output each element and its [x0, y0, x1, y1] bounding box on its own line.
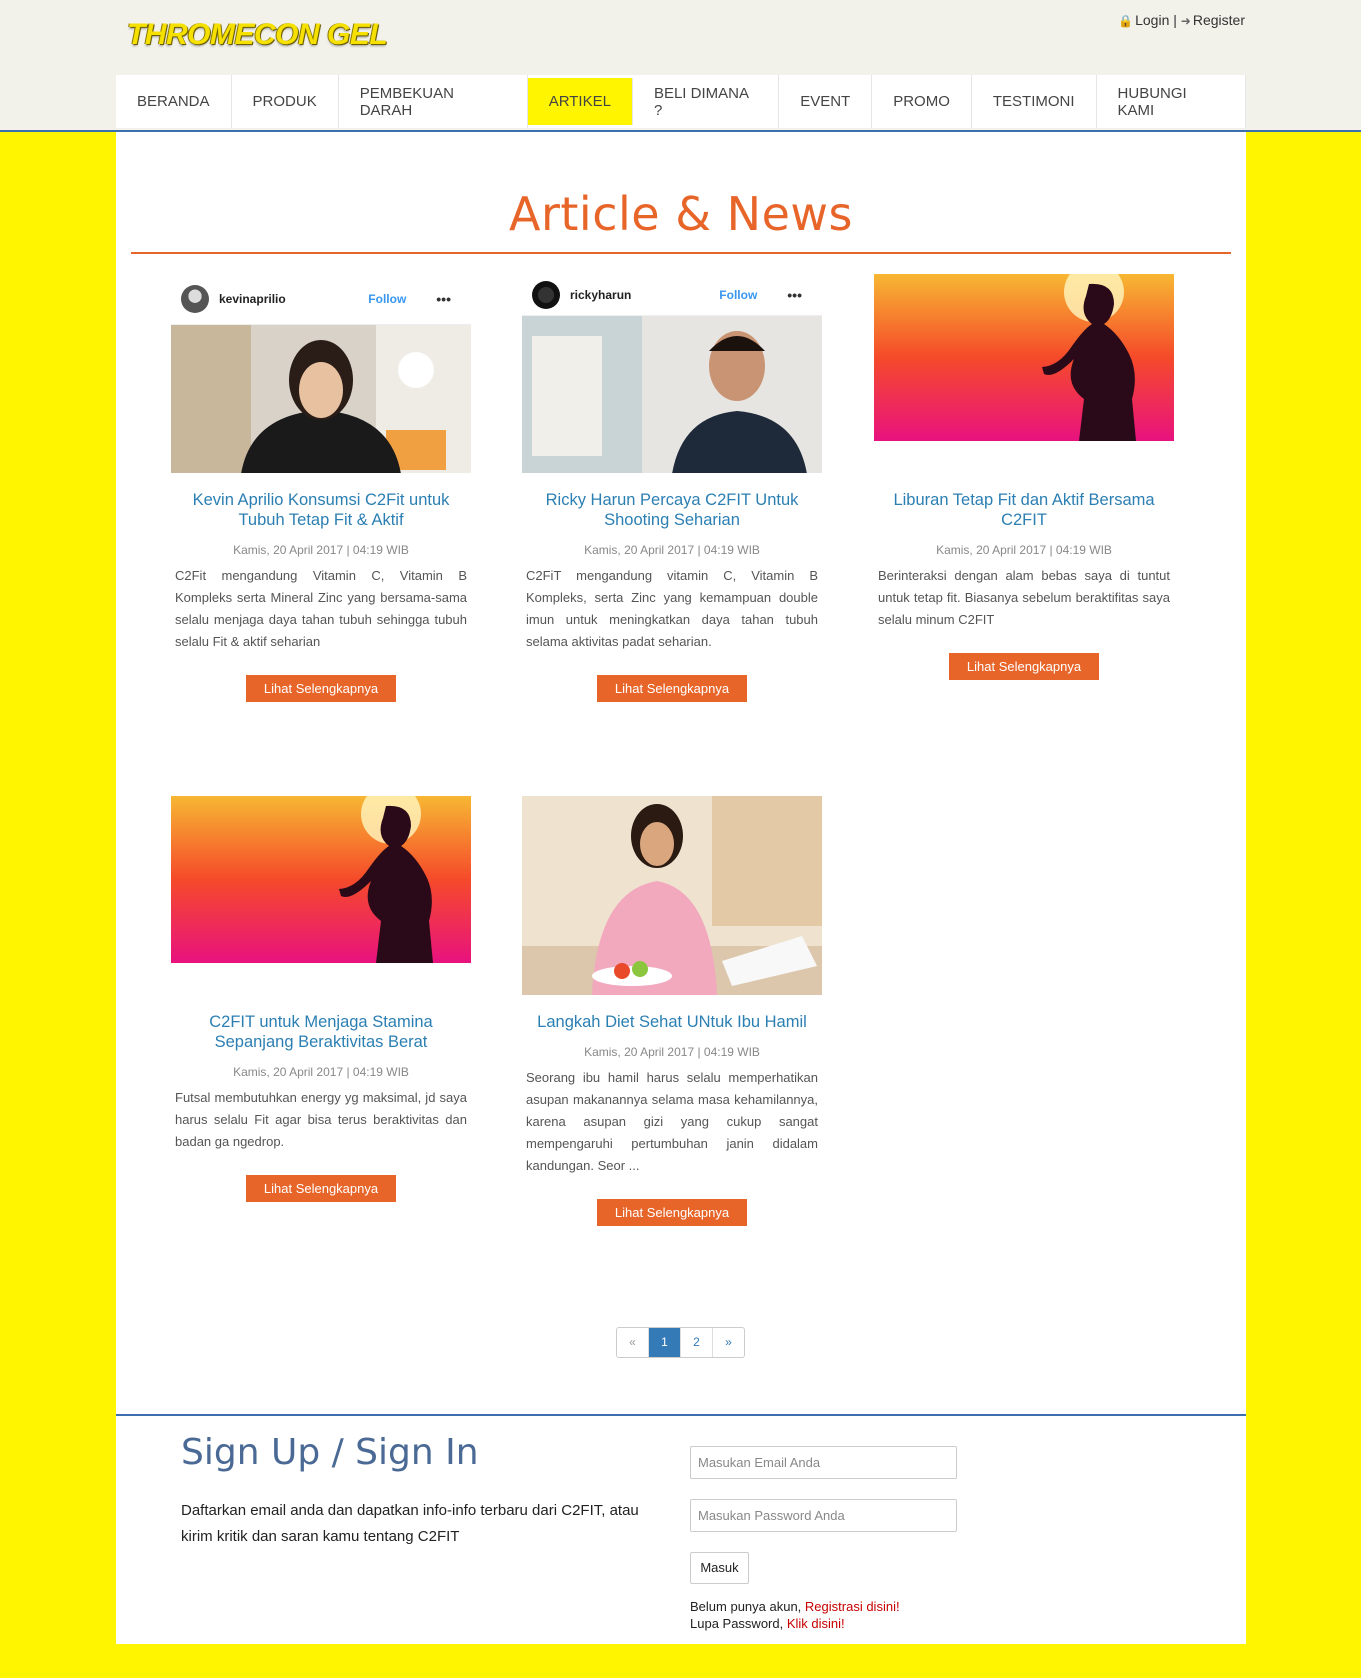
- main-content: Article & News kevinaprilio Follow ••• K…: [116, 132, 1246, 1414]
- follow-button: Follow: [368, 292, 407, 306]
- kevin-photo: [171, 325, 471, 473]
- article-card: Langkah Diet Sehat UNtuk Ibu Hamil Kamis…: [522, 796, 822, 1226]
- avatar: [532, 280, 560, 309]
- email-field[interactable]: [690, 1446, 957, 1479]
- forgot-text: Lupa Password,: [690, 1616, 784, 1631]
- site-logo[interactable]: THROMECON GEL: [127, 18, 388, 52]
- nav-item-beli-dimana[interactable]: BELI DIMANA ?: [633, 75, 780, 128]
- forgot-password-link[interactable]: Klik disini!: [787, 1616, 845, 1631]
- nav-item-pembekuan-darah[interactable]: PEMBEKUAN DARAH: [339, 75, 528, 128]
- article-title[interactable]: Ricky Harun Percaya C2FIT Untuk Shooting…: [522, 490, 822, 530]
- register-link[interactable]: Registrasi disini!: [805, 1599, 900, 1614]
- lock-icon: 🔒: [1118, 14, 1134, 28]
- register-link[interactable]: Register: [1193, 12, 1245, 28]
- forgot-note: Lupa Password, Klik disini!: [690, 1616, 845, 1631]
- read-more-button[interactable]: Lihat Selengkapnya: [949, 653, 1099, 680]
- read-more-button[interactable]: Lihat Selengkapnya: [597, 675, 747, 702]
- article-image[interactable]: [171, 796, 471, 963]
- login-submit-button[interactable]: Masuk: [690, 1552, 749, 1584]
- article-image[interactable]: [874, 274, 1174, 441]
- article-excerpt: Berinteraksi dengan alam bebas saya di t…: [878, 568, 1170, 627]
- signup-section: Sign Up / Sign In Daftarkan email anda d…: [116, 1414, 1246, 1644]
- article-date: Kamis, 20 April 2017 | 04:19 WIB: [584, 543, 760, 557]
- nav-item-beranda[interactable]: BERANDA: [116, 75, 232, 128]
- title-divider: [131, 252, 1231, 254]
- main-nav: BERANDA PRODUK PEMBEKUAN DARAH ARTIKEL B…: [116, 75, 1246, 128]
- nav-item-promo[interactable]: PROMO: [872, 75, 972, 128]
- article-excerpt: C2FiT mengandung vitamin C, Vitamin B Ko…: [526, 568, 818, 649]
- nav-item-event[interactable]: EVENT: [779, 75, 873, 128]
- article-image[interactable]: rickyharun Follow •••: [522, 274, 822, 473]
- article-title[interactable]: Langkah Diet Sehat UNtuk Ibu Hamil: [522, 1012, 822, 1032]
- signup-title: Sign Up / Sign In: [181, 1432, 479, 1473]
- pagination-page-2[interactable]: 2: [681, 1328, 713, 1357]
- no-account-text: Belum punya akun,: [690, 1599, 802, 1614]
- more-icon: •••: [436, 291, 451, 307]
- article-title[interactable]: Liburan Tetap Fit dan Aktif Bersama C2FI…: [874, 490, 1174, 530]
- auth-separator: |: [1173, 12, 1177, 28]
- nav-item-hubungi-kami[interactable]: HUBUNGI KAMI: [1097, 75, 1246, 128]
- password-field[interactable]: [690, 1499, 957, 1532]
- article-date: Kamis, 20 April 2017 | 04:19 WIB: [233, 543, 409, 557]
- article-image[interactable]: [522, 796, 822, 995]
- article-card: Liburan Tetap Fit dan Aktif Bersama C2FI…: [874, 274, 1174, 680]
- nav-item-artikel[interactable]: ARTIKEL: [527, 78, 633, 125]
- instagram-username: kevinaprilio: [219, 292, 286, 306]
- nav-item-produk[interactable]: PRODUK: [232, 75, 339, 128]
- nav-item-testimoni[interactable]: TESTIMONI: [972, 75, 1097, 128]
- article-title[interactable]: C2FIT untuk Menjaga Stamina Sepanjang Be…: [171, 1012, 471, 1052]
- pagination-page-1[interactable]: 1: [649, 1328, 681, 1357]
- instagram-header: rickyharun Follow •••: [522, 274, 822, 316]
- signup-description: Daftarkan email anda dan dapatkan info-i…: [181, 1502, 639, 1545]
- read-more-button[interactable]: Lihat Selengkapnya: [597, 1199, 747, 1226]
- read-more-button[interactable]: Lihat Selengkapnya: [246, 675, 396, 702]
- ricky-photo: [522, 316, 822, 473]
- article-card: rickyharun Follow ••• Ricky Harun Percay…: [522, 274, 822, 702]
- article-date: Kamis, 20 April 2017 | 04:19 WIB: [584, 1045, 760, 1059]
- article-card: kevinaprilio Follow ••• Kevin Aprilio Ko…: [171, 274, 471, 702]
- pagination-prev[interactable]: «: [617, 1328, 649, 1357]
- article-excerpt: C2Fit mengandung Vitamin C, Vitamin B Ko…: [175, 568, 467, 649]
- article-excerpt: Futsal membutuhkan energy yg maksimal, j…: [175, 1090, 467, 1149]
- article-date: Kamis, 20 April 2017 | 04:19 WIB: [936, 543, 1112, 557]
- article-date: Kamis, 20 April 2017 | 04:19 WIB: [233, 1065, 409, 1079]
- instagram-username: rickyharun: [570, 287, 632, 302]
- register-note: Belum punya akun, Registrasi disini!: [690, 1599, 900, 1614]
- pagination: « 1 2 »: [616, 1327, 745, 1358]
- follow-button: Follow: [719, 287, 758, 302]
- article-image[interactable]: kevinaprilio Follow •••: [171, 274, 471, 473]
- page-title: Article & News: [509, 187, 853, 241]
- runner-sunset-photo: [874, 274, 1174, 441]
- sign-in-icon: ➜: [1180, 14, 1191, 28]
- read-more-button[interactable]: Lihat Selengkapnya: [246, 1175, 396, 1202]
- auth-links: 🔒 Login | ➜ Register: [1118, 12, 1245, 28]
- article-title[interactable]: Kevin Aprilio Konsumsi C2Fit untuk Tubuh…: [171, 490, 471, 530]
- more-icon: •••: [787, 286, 802, 303]
- instagram-header: kevinaprilio Follow •••: [171, 274, 471, 325]
- pregnant-woman-photo: [522, 796, 822, 995]
- article-card: C2FIT untuk Menjaga Stamina Sepanjang Be…: [171, 796, 471, 1202]
- article-excerpt: Seorang ibu hamil harus selalu memperhat…: [526, 1070, 818, 1173]
- runner-sunset-photo: [171, 796, 471, 963]
- login-link[interactable]: Login: [1135, 12, 1169, 28]
- avatar: [181, 285, 209, 313]
- pagination-next[interactable]: »: [713, 1328, 744, 1357]
